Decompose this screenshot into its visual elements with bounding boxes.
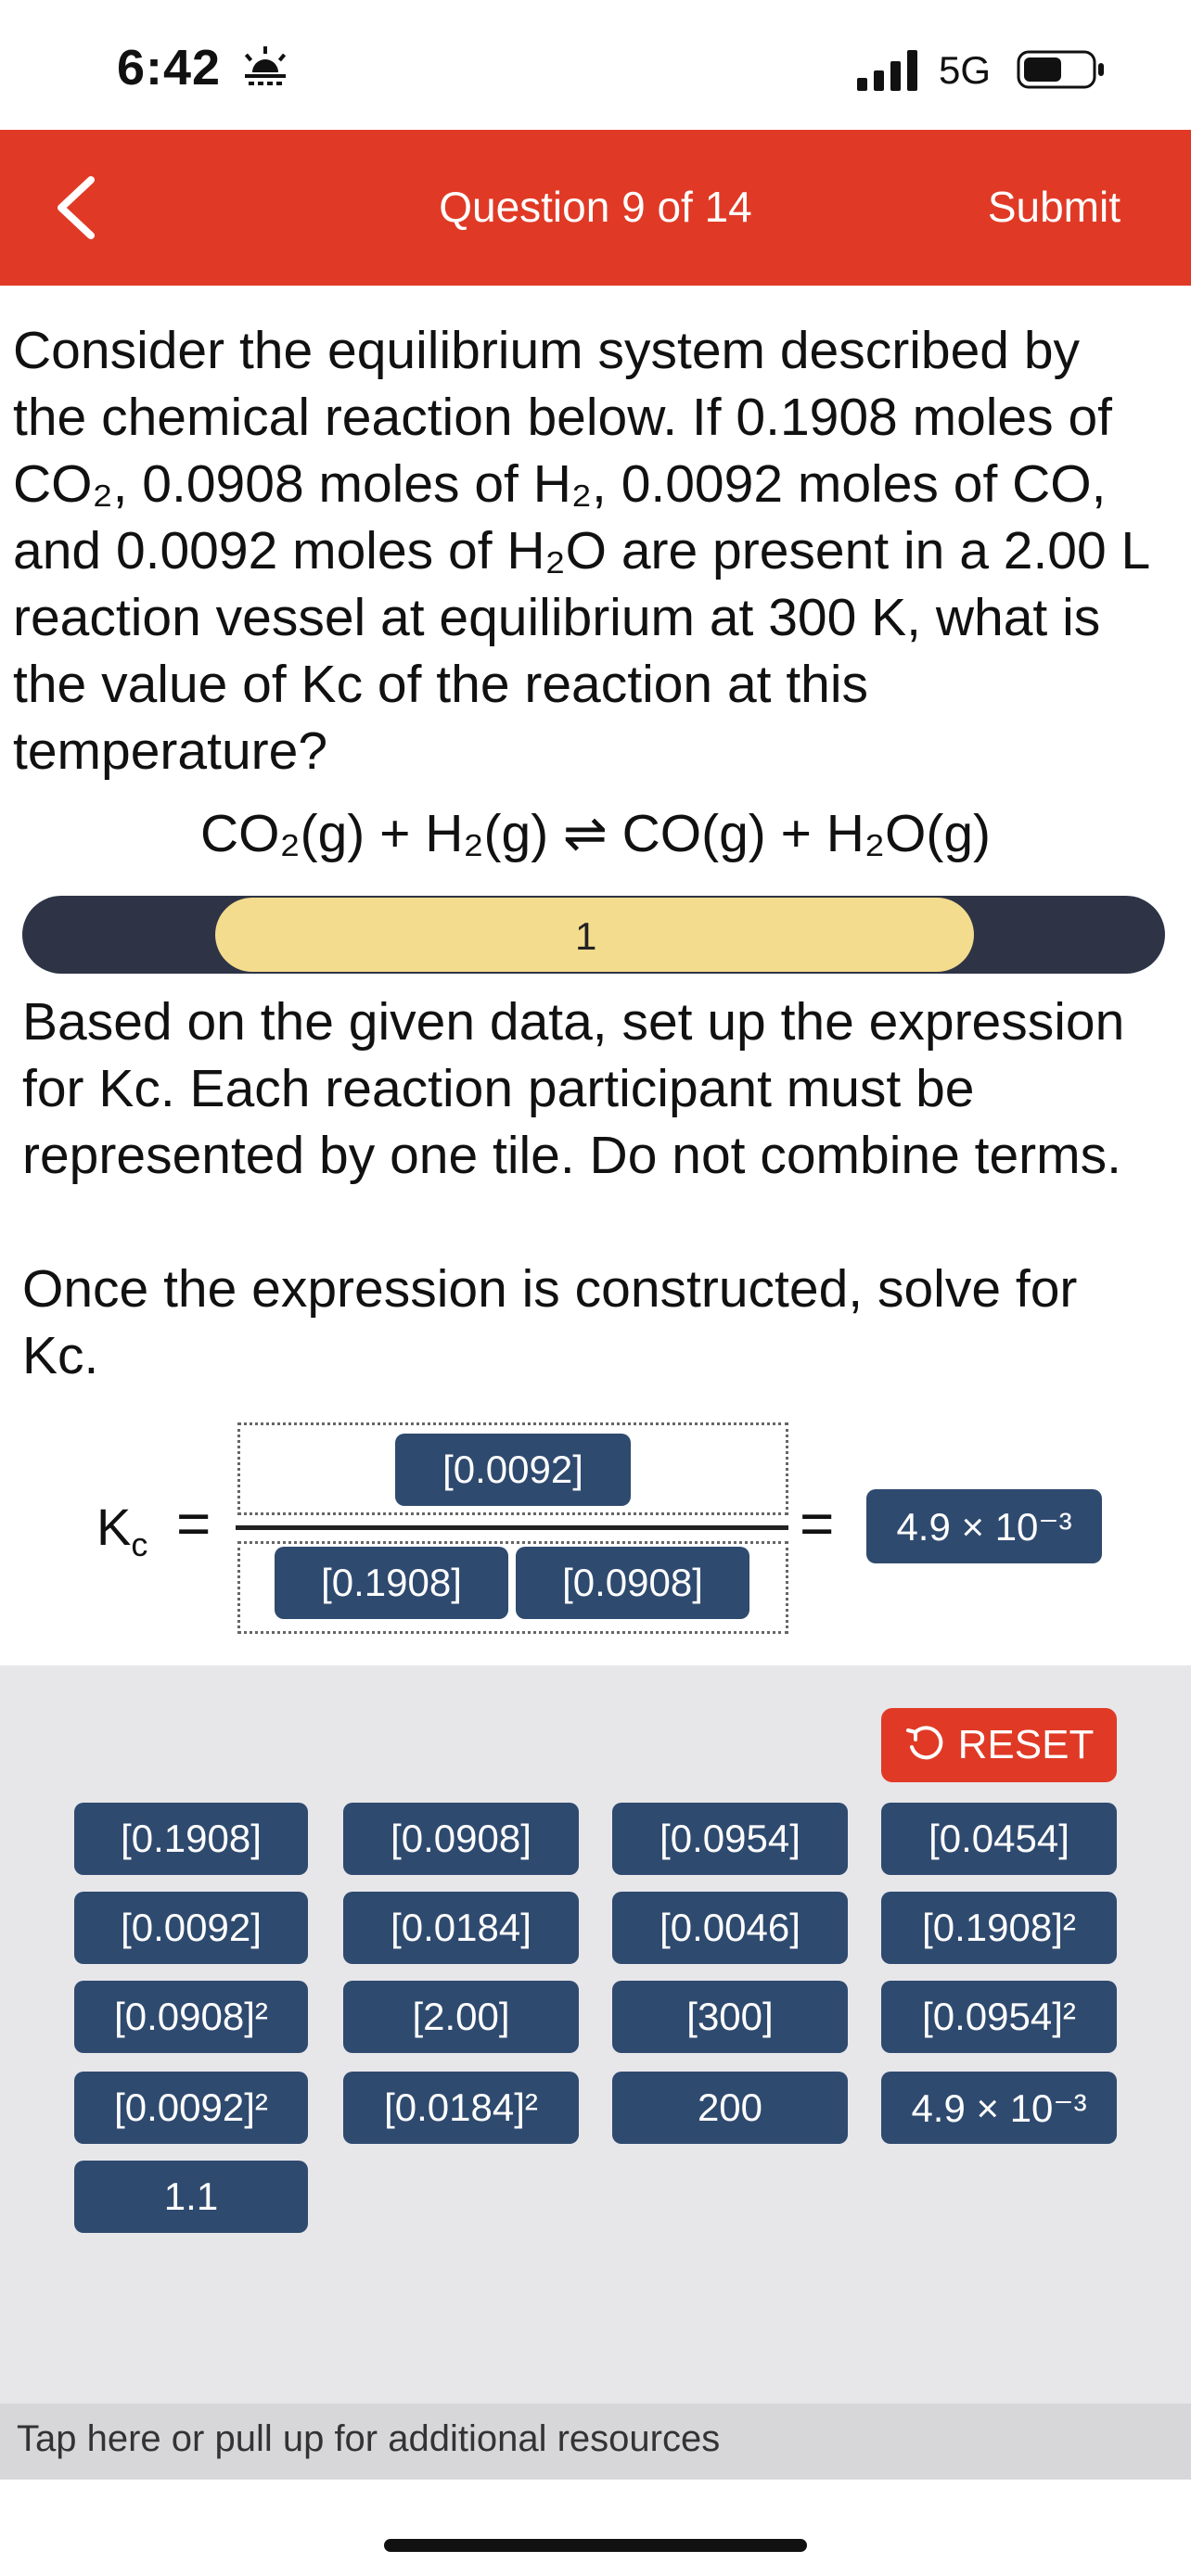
answer-tile-option[interactable]: 1.1 [74,2161,308,2233]
answer-tile-option[interactable]: [0.1908]² [881,1892,1117,1964]
answer-tile-option[interactable]: [0.0454] [881,1803,1117,1875]
alarm-icon [244,46,287,85]
question-text: Consider the equilibrium system describe… [13,317,1182,784]
question-line: reaction vessel at equilibrium at 300 K,… [13,588,1101,647]
network-type: 5G [939,48,992,92]
answer-tile-option[interactable]: 4.9 × 10⁻³ [881,2072,1117,2144]
chemical-reaction: CO₂(g) + H₂(g) ⇌ CO(g) + H₂O(g) [199,804,992,863]
answer-tile-option[interactable]: [0.0184] [343,1892,579,1964]
instruction-line: Based on the given data, set up the expr… [22,992,1125,1052]
kc-label: Kc [96,1497,147,1564]
instruction-line: Once the expression is constructed, solv… [22,1259,1078,1319]
reset-label: RESET [957,1722,1095,1767]
question-line: Consider the equilibrium system describe… [13,321,1081,380]
numerator-tile[interactable]: [0.0092] [395,1434,631,1506]
home-indicator[interactable] [384,2539,807,2552]
answer-tile-option[interactable]: [0.0092]² [74,2072,308,2144]
equals-sign: = [800,1490,835,1557]
solve-instructions: Once the expression is constructed, solv… [22,1256,1172,1389]
instruction-line: Kc. [22,1326,99,1385]
answer-tile-option[interactable]: 200 [612,2072,848,2144]
status-time: 6:42 [117,40,222,96]
question-line: the chemical reaction below. If 0.1908 m… [13,388,1113,447]
question-line: the value of Kc of the reaction at this [13,655,869,714]
answer-tile[interactable]: 4.9 × 10⁻³ [866,1489,1102,1563]
answer-tile-option[interactable]: [0.0954]² [881,1981,1117,2053]
reset-button[interactable]: RESET [881,1708,1117,1782]
reset-icon [905,1726,942,1760]
fraction-bar [236,1525,788,1530]
equals-sign: = [176,1490,211,1557]
denominator-tile[interactable]: [0.0908] [516,1547,749,1619]
answer-tile-option[interactable]: [0.0046] [612,1892,848,1964]
question-line: CO₂, 0.0908 moles of H₂, 0.0092 moles of… [13,454,1107,514]
status-bar: 6:42 5G [0,0,1191,130]
signal-icon [857,50,917,91]
answer-tile-option[interactable]: [0.0092] [74,1892,308,1964]
answer-tile-option[interactable]: [300] [612,1981,848,2053]
answer-tile-option[interactable]: [0.0908] [343,1803,579,1875]
step-number: 1 [575,914,597,958]
question-line: temperature? [13,721,328,781]
answer-tile-option[interactable]: [2.00] [343,1981,579,2053]
instruction-line: for Kc. Each reaction participant must b… [22,1059,975,1118]
question-line: and 0.0092 moles of H₂O are present in a… [13,521,1151,580]
answer-tile-option[interactable]: [0.0908]² [74,1981,308,2053]
kc-subscript: c [131,1525,148,1564]
answer-tile-option[interactable]: [0.0954] [612,1803,848,1875]
answer-tile-option[interactable]: [0.1908] [74,1803,308,1875]
header-bar: Question 9 of 14 Submit [0,130,1191,286]
kc-symbol: K [96,1498,132,1556]
battery-icon [1017,50,1104,89]
answer-tile-option[interactable]: [0.0184]² [343,2072,579,2144]
resources-bar[interactable]: Tap here or pull up for additional resou… [0,2404,1191,2480]
submit-button[interactable]: Submit [988,182,1121,232]
resources-label: Tap here or pull up for additional resou… [17,2418,721,2459]
denominator-tile[interactable]: [0.1908] [275,1547,508,1619]
instructions: Based on the given data, set up the expr… [22,988,1172,1189]
instruction-line: represented by one tile. Do not combine … [22,1126,1121,1185]
